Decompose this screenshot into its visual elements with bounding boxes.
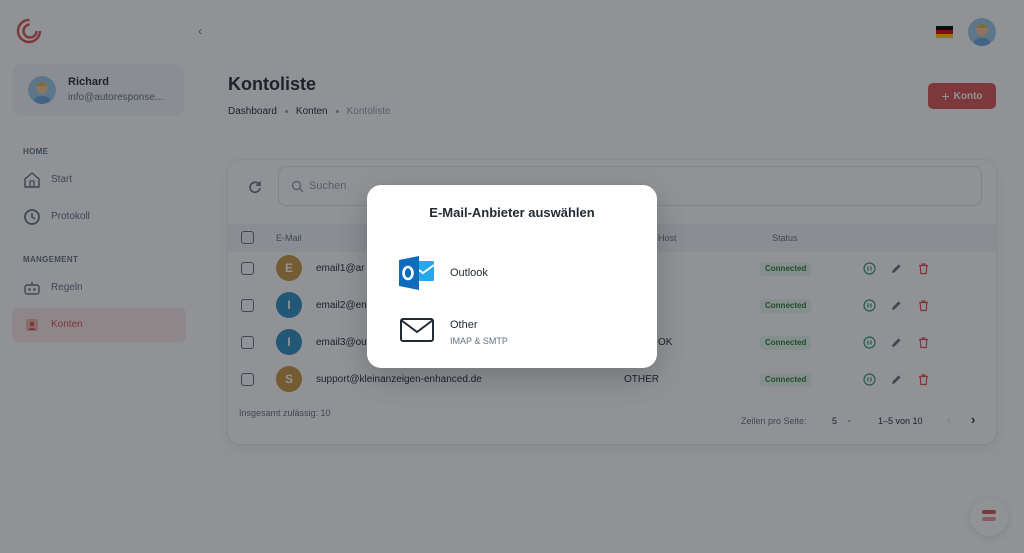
dialog-title: E-Mail-Anbieter auswählen	[429, 205, 595, 220]
provider-label: Outlook	[450, 267, 488, 279]
provider-other-option[interactable]: Other IMAP & SMTP	[387, 305, 637, 355]
provider-dialog: E-Mail-Anbieter auswählen Outlook Other …	[367, 185, 657, 368]
envelope-icon	[400, 318, 434, 342]
provider-outlook-option[interactable]: Outlook	[387, 249, 637, 299]
provider-sublabel: IMAP & SMTP	[450, 336, 508, 346]
outlook-icon	[399, 256, 435, 290]
provider-label: Other	[450, 319, 478, 331]
